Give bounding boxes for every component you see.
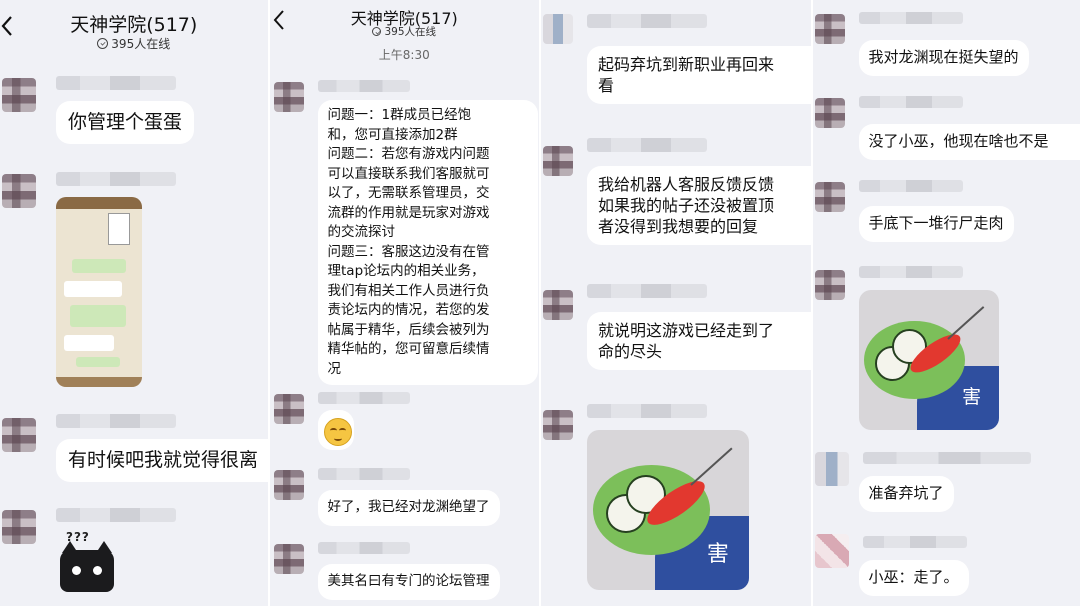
message-bubble: 没了小巫，他现在啥也不是 xyxy=(858,124,1080,160)
sender-name-blurred xyxy=(587,138,707,152)
avatar[interactable] xyxy=(814,14,845,44)
sender-name-blurred xyxy=(862,536,967,548)
message-bubble: 我对龙渊现在挺失望的 xyxy=(858,40,1029,76)
sender-name-blurred xyxy=(858,12,963,24)
group-title: 天神学院(517) xyxy=(70,14,198,36)
sender-name-blurred xyxy=(317,392,410,404)
sticker-caption: 害 xyxy=(706,541,729,567)
sender-name-blurred xyxy=(587,404,707,418)
sender-name-blurred xyxy=(317,542,410,554)
sender-name-blurred xyxy=(56,76,176,90)
sender-name-blurred xyxy=(317,80,410,92)
avatar[interactable] xyxy=(2,174,36,208)
sender-name-blurred xyxy=(862,452,1031,464)
message-bubble: 手底下一堆行尸走肉 xyxy=(858,206,1014,242)
avatar[interactable] xyxy=(273,394,304,424)
avatar[interactable] xyxy=(543,146,573,176)
message-bubble: 我给机器人客服反馈反馈 如果我的帖子还没被置顶 者没得到我想要的回复 xyxy=(587,166,811,245)
avatar[interactable] xyxy=(2,78,36,112)
online-count-text: 395人在线 xyxy=(111,37,171,51)
avatar[interactable] xyxy=(814,534,849,568)
screenshot-image[interactable] xyxy=(56,197,142,387)
message-bubble: 你管理个蛋蛋 xyxy=(56,101,195,144)
frog-sticker[interactable]: 害 xyxy=(587,430,749,590)
sender-name-blurred xyxy=(858,266,963,278)
frog-sticker[interactable]: 害 xyxy=(858,290,999,430)
emoji-bubble xyxy=(317,410,354,450)
avatar[interactable] xyxy=(273,544,304,574)
avatar[interactable] xyxy=(543,290,573,320)
avatar[interactable] xyxy=(273,470,304,500)
chat-panel-3: 起码弃坑到新职业再回来 看 我给机器人客服反馈反馈 如果我的帖子还没被置顶 者没… xyxy=(539,0,811,606)
online-count: 395人在线 xyxy=(0,35,268,52)
message-bubble-long: 问题一：1群成员已经饱 和，您可直接添加2群 问题二：若您有游戏内问题 可以直接… xyxy=(317,100,538,385)
avatar[interactable] xyxy=(543,410,573,440)
sender-name-blurred xyxy=(56,508,176,522)
chat-panel-4: 我对龙渊现在挺失望的 没了小巫，他现在啥也不是 手底下一堆行尸走肉 害 准备弃坑… xyxy=(810,0,1080,606)
avatar[interactable] xyxy=(814,182,845,212)
sender-name-blurred xyxy=(56,172,176,186)
avatar[interactable] xyxy=(2,510,36,544)
cat-sticker[interactable]: ??? xyxy=(60,530,114,592)
message-bubble: 有时候吧我就觉得很离 xyxy=(56,439,268,482)
sender-name-blurred xyxy=(56,414,176,428)
avatar[interactable] xyxy=(2,418,36,452)
online-count: 395人在线 xyxy=(270,24,540,39)
online-status-icon xyxy=(97,38,109,49)
message-bubble: 就说明这游戏已经走到了 命的尽头 xyxy=(587,312,811,370)
sender-name-blurred xyxy=(858,180,963,192)
chat-panel-1: 天神学院(517) 395人在线 你管理个蛋蛋 有时候吧我就觉得很离 ??? xyxy=(0,0,268,606)
sticker-caption: 害 xyxy=(962,386,982,409)
message-timestamp: 上午8:30 xyxy=(378,48,430,62)
message-bubble: 准备弃坑了 xyxy=(858,476,954,512)
message-bubble: 美其名曰有专门的论坛管理 xyxy=(317,564,500,600)
sender-name-blurred xyxy=(858,96,963,108)
sender-name-blurred xyxy=(587,14,707,28)
chat-panel-2: 天神学院(517) 395人在线 上午8:30 问题一：1群成员已经饱 和，您可… xyxy=(267,0,540,606)
avatar[interactable] xyxy=(273,82,304,112)
message-bubble: 起码弃坑到新职业再回来 看 xyxy=(587,46,811,104)
avatar[interactable] xyxy=(814,452,849,486)
message-bubble: 好了，我已经对龙渊绝望了 xyxy=(317,490,500,526)
online-status-icon xyxy=(372,27,382,36)
sender-name-blurred xyxy=(317,468,410,480)
avatar[interactable] xyxy=(814,98,845,128)
online-count-text: 395人在线 xyxy=(384,26,437,38)
message-bubble: 小巫：走了。 xyxy=(858,560,969,596)
screenshot-collage: 天神学院(517) 395人在线 你管理个蛋蛋 有时候吧我就觉得很离 ??? 天… xyxy=(0,0,1080,606)
avatar[interactable] xyxy=(543,14,573,44)
sender-name-blurred xyxy=(587,284,707,298)
emoji-smirk-icon xyxy=(323,418,352,446)
avatar[interactable] xyxy=(814,270,845,300)
